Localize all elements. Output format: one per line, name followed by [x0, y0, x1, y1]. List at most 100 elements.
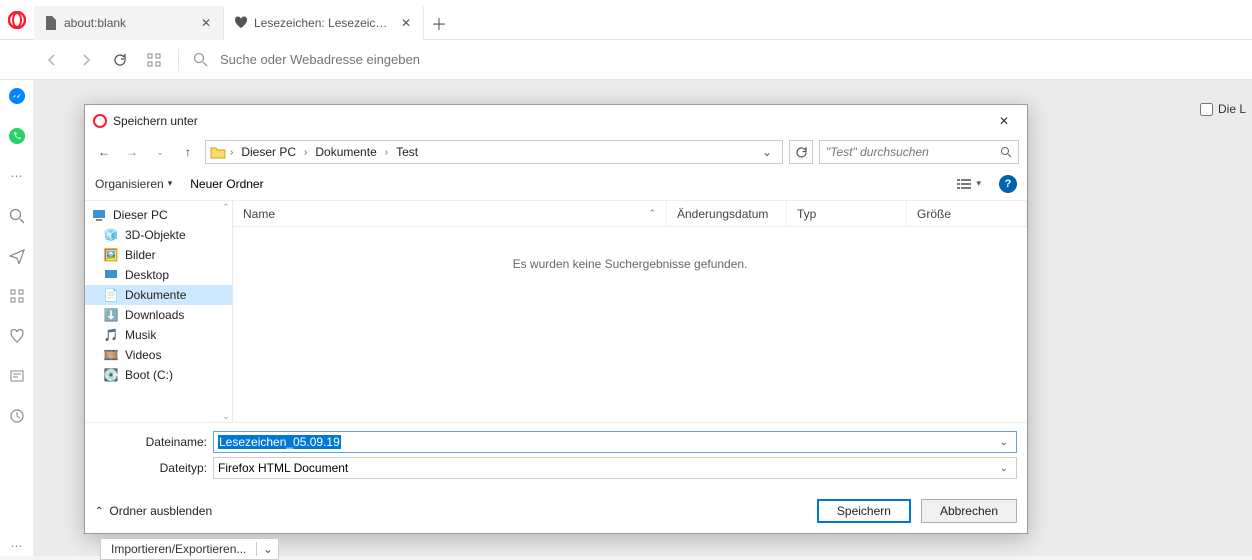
- cancel-button[interactable]: Abbrechen: [921, 499, 1017, 523]
- download-icon: ⬇️: [103, 308, 119, 322]
- scroll-up-icon[interactable]: ⌃: [220, 201, 232, 213]
- tab-bookmarks[interactable]: Lesezeichen: Lesezeichenle ✕: [224, 6, 424, 40]
- browser-toolbar: [0, 40, 1252, 80]
- chevron-down-icon[interactable]: ⌄: [756, 145, 778, 159]
- opera-logo-icon[interactable]: [0, 0, 34, 40]
- clock-icon[interactable]: [7, 406, 27, 426]
- column-type[interactable]: Typ: [787, 201, 907, 226]
- back-button[interactable]: [42, 50, 62, 70]
- tree-label: Boot (C:): [125, 368, 173, 382]
- tree-item-pictures[interactable]: 🖼️ Bilder: [85, 245, 232, 265]
- tree-label: Videos: [125, 348, 161, 362]
- video-icon: 🎞️: [103, 348, 119, 362]
- checkbox[interactable]: [1200, 103, 1213, 116]
- cube-icon: 🧊: [103, 228, 119, 242]
- grid-icon[interactable]: [7, 286, 27, 306]
- tree-item-downloads[interactable]: ⬇️Downloads: [85, 305, 232, 325]
- file-listing: Name⌃ Änderungsdatum Typ Größe Es wurden…: [233, 201, 1027, 422]
- ellipsis-icon[interactable]: ⋯: [7, 166, 27, 186]
- dialog-title: Speichern unter: [113, 114, 981, 128]
- speed-dial-icon[interactable]: [144, 50, 164, 70]
- chevron-down-icon[interactable]: ⌄: [996, 437, 1012, 448]
- column-size[interactable]: Größe: [907, 201, 1027, 226]
- tree-label: Desktop: [125, 268, 169, 282]
- filename-value: Lesezeichen_05.09.19: [218, 435, 341, 449]
- column-headers: Name⌃ Änderungsdatum Typ Größe: [233, 201, 1027, 227]
- tree-item-3d[interactable]: 🧊3D-Objekte: [85, 225, 232, 245]
- reload-button[interactable]: [110, 50, 130, 70]
- hide-folders-label: Ordner ausblenden: [109, 504, 212, 518]
- chevron-down-icon[interactable]: ⌄: [996, 463, 1012, 474]
- file-icon: [44, 16, 58, 30]
- search-icon: [1000, 146, 1012, 158]
- nav-recent-dropdown[interactable]: ⌄: [149, 141, 171, 163]
- import-export-button[interactable]: Importieren/Exportieren... ⌄: [100, 538, 279, 560]
- view-mode-button[interactable]: ▾: [956, 177, 981, 191]
- tree-root[interactable]: Dieser PC: [85, 205, 232, 225]
- breadcrumb-segment[interactable]: Test: [392, 145, 422, 159]
- right-checkbox-group: Die L: [1200, 102, 1246, 116]
- chevron-down-icon[interactable]: ⌄: [256, 542, 278, 556]
- tab-title: about:blank: [64, 16, 193, 30]
- tree-label: Dokumente: [125, 288, 186, 302]
- pc-icon: [91, 208, 107, 222]
- search-icon: [193, 52, 208, 67]
- column-name[interactable]: Name⌃: [233, 201, 667, 226]
- filename-label: Dateiname:: [95, 435, 207, 449]
- filetype-field[interactable]: Firefox HTML Document ⌄: [213, 457, 1017, 479]
- breadcrumb-segment[interactable]: Dokumente: [311, 145, 380, 159]
- hide-folders-toggle[interactable]: ⌃ Ordner ausblenden: [95, 504, 212, 518]
- folder-search-input[interactable]: [826, 145, 996, 159]
- tab-title: Lesezeichen: Lesezeichenle: [254, 16, 393, 30]
- chevron-right-icon[interactable]: ›: [228, 147, 235, 158]
- opera-small-icon: [93, 114, 107, 128]
- filetype-value: Firefox HTML Document: [218, 461, 348, 475]
- tree-item-desktop[interactable]: Desktop: [85, 265, 232, 285]
- tree-label: Musik: [125, 328, 156, 342]
- save-button[interactable]: Speichern: [817, 499, 911, 523]
- refresh-button[interactable]: [789, 140, 813, 164]
- tab-about-blank[interactable]: about:blank ✕: [34, 6, 224, 40]
- drive-icon: 💽: [103, 368, 119, 382]
- tree-item-drive-c[interactable]: 💽 Boot (C:): [85, 365, 232, 385]
- send-icon[interactable]: [7, 246, 27, 266]
- chevron-right-icon[interactable]: ›: [383, 147, 390, 158]
- breadcrumb-segment[interactable]: Dieser PC: [237, 145, 300, 159]
- filename-field[interactable]: Lesezeichen_05.09.19 ⌄: [213, 431, 1017, 453]
- news-icon[interactable]: [7, 366, 27, 386]
- save-as-dialog: Speichern unter ✕ ← → ⌄ ↑ › Dieser PC › …: [84, 104, 1028, 534]
- column-date[interactable]: Änderungsdatum: [667, 201, 787, 226]
- whatsapp-icon[interactable]: [7, 126, 27, 146]
- scroll-down-icon[interactable]: ⌄: [220, 410, 232, 422]
- close-dialog-button[interactable]: ✕: [987, 109, 1021, 133]
- new-folder-button[interactable]: Neuer Ordner: [190, 177, 263, 191]
- tree-scrollbar[interactable]: ⌃⌄: [220, 201, 232, 422]
- messenger-icon[interactable]: [7, 86, 27, 106]
- organize-menu[interactable]: Organisieren ▾: [95, 177, 172, 191]
- sort-arrow-icon: ⌃: [648, 208, 656, 219]
- folder-search-box[interactable]: [819, 140, 1019, 164]
- close-icon[interactable]: ✕: [399, 16, 413, 30]
- more-icon[interactable]: ⋯: [7, 536, 27, 556]
- tree-item-documents[interactable]: 📄Dokumente: [85, 285, 232, 305]
- nav-up-button[interactable]: ↑: [177, 141, 199, 163]
- nav-back-button[interactable]: ←: [93, 141, 115, 163]
- breadcrumb[interactable]: › Dieser PC › Dokumente › Test ⌄: [205, 140, 783, 164]
- nav-forward-button[interactable]: →: [121, 141, 143, 163]
- folder-tree: Dieser PC 🧊3D-Objekte 🖼️ Bilder Desktop 📄…: [85, 201, 233, 422]
- address-search-input[interactable]: [220, 52, 1244, 67]
- forward-button[interactable]: [76, 50, 96, 70]
- desktop-icon: [103, 269, 119, 281]
- new-tab-button[interactable]: ＋: [424, 6, 454, 40]
- sidebar-rail: ⋯ ⋯: [0, 80, 34, 556]
- help-button[interactable]: ?: [999, 175, 1017, 193]
- heart-rail-icon[interactable]: [7, 326, 27, 346]
- close-icon[interactable]: ✕: [199, 16, 213, 30]
- search-rail-icon[interactable]: [7, 206, 27, 226]
- tree-item-videos[interactable]: 🎞️ Videos: [85, 345, 232, 365]
- tree-item-music[interactable]: 🎵Musik: [85, 325, 232, 345]
- tree-label: Dieser PC: [113, 208, 168, 222]
- chevron-right-icon[interactable]: ›: [302, 147, 309, 158]
- tree-label: Bilder: [125, 248, 156, 262]
- image-icon: 🖼️: [103, 248, 119, 262]
